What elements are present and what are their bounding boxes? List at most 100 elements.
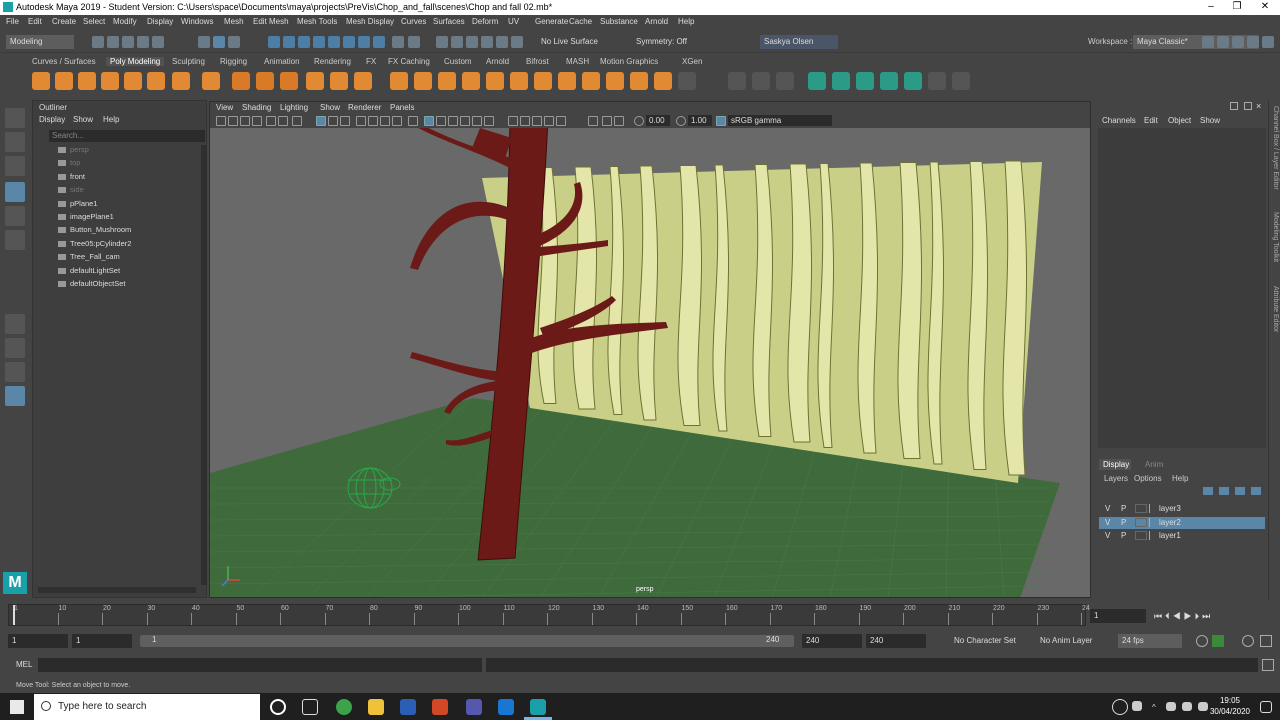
- shelf-tab-motion-graphics[interactable]: Motion Graphics: [600, 57, 658, 66]
- side-tab-channel-box[interactable]: Channel Box / Layer Editor: [1272, 106, 1279, 190]
- resolution-gate-icon[interactable]: [368, 116, 378, 126]
- layer-name[interactable]: layer3: [1159, 504, 1181, 513]
- mirror-geometry-icon[interactable]: [928, 72, 946, 90]
- combine-icon[interactable]: [306, 72, 324, 90]
- outliner-horizontal-scrollbar[interactable]: [38, 587, 196, 593]
- mel-input[interactable]: [38, 658, 482, 672]
- channel-menu-channels[interactable]: Channels: [1102, 116, 1136, 125]
- move-layer-up-icon[interactable]: [1203, 487, 1213, 495]
- history-icon[interactable]: [408, 36, 420, 48]
- camera-attributes-icon[interactable]: [228, 116, 238, 126]
- snap-to-grid-icon[interactable]: [268, 36, 280, 48]
- new-layer-from-selection-icon[interactable]: [1251, 487, 1261, 495]
- maya-taskbar-icon[interactable]: [530, 699, 546, 715]
- layer-row-layer1[interactable]: V Player1: [1099, 530, 1265, 542]
- safe-action-icon[interactable]: [408, 116, 418, 126]
- maximize-button[interactable]: ❐: [1224, 0, 1250, 15]
- outliner-item-persp[interactable]: persp: [58, 145, 89, 157]
- film-gate-icon[interactable]: [356, 116, 366, 126]
- frame-all-icon[interactable]: [602, 116, 612, 126]
- time-slider[interactable]: 1 10 20 30 40 50 60 70 80 90 100 110 120 130 140 150 160…: [0, 601, 1280, 629]
- new-scene-icon[interactable]: [92, 36, 104, 48]
- wireframe-on-shaded-icon[interactable]: [340, 116, 350, 126]
- viewport-menu-view[interactable]: View: [216, 103, 233, 112]
- symmetry-dropdown[interactable]: Symmetry: Off: [632, 35, 702, 49]
- layer-menu-help[interactable]: Help: [1172, 474, 1188, 483]
- reduce-icon[interactable]: [832, 72, 850, 90]
- channel-box-float-icon[interactable]: [1230, 102, 1238, 110]
- hypershade-icon[interactable]: [481, 36, 493, 48]
- outliner-item-tree-fall-cam[interactable]: Tree_Fall_cam: [58, 252, 120, 264]
- select-by-hierarchy-icon[interactable]: [198, 36, 210, 48]
- sculpt-icon[interactable]: [678, 72, 696, 90]
- show-hide-outliner-icon[interactable]: [1217, 36, 1229, 48]
- menu-uv[interactable]: UV: [508, 17, 519, 26]
- gamma-icon[interactable]: [676, 116, 686, 126]
- chrome-icon[interactable]: [336, 699, 352, 715]
- lasso-tool-icon[interactable]: [5, 132, 25, 152]
- menu-mesh[interactable]: Mesh: [224, 17, 244, 26]
- super-shape-icon[interactable]: [232, 72, 250, 90]
- cortana-icon[interactable]: [270, 699, 286, 715]
- menu-mesh-display[interactable]: Mesh Display: [346, 17, 394, 26]
- outliner-item-pplane1[interactable]: pPlane1: [58, 199, 98, 211]
- script-editor-icon[interactable]: [1262, 659, 1274, 671]
- menu-select[interactable]: Select: [83, 17, 105, 26]
- multisample-aa-icon[interactable]: [484, 116, 494, 126]
- platonic-solid-icon[interactable]: [202, 72, 220, 90]
- poly-disc-icon[interactable]: [172, 72, 190, 90]
- fill-hole-icon[interactable]: [534, 72, 552, 90]
- menu-deform[interactable]: Deform: [472, 17, 498, 26]
- word-icon[interactable]: [400, 699, 416, 715]
- current-frame-field[interactable]: 1: [1090, 609, 1146, 623]
- 2d-pan-zoom-icon[interactable]: [266, 116, 276, 126]
- layer-color-swatch[interactable]: [1135, 531, 1147, 540]
- taskbar-date[interactable]: 30/04/2020: [1204, 707, 1256, 716]
- shelf-tab-rendering[interactable]: Rendering: [314, 57, 351, 66]
- outliner-menu-display[interactable]: Display: [39, 115, 65, 124]
- bevel-icon[interactable]: [486, 72, 504, 90]
- outliner-menu-show[interactable]: Show: [73, 115, 93, 124]
- image-plane-icon[interactable]: [252, 116, 262, 126]
- outliner-scrollbar[interactable]: [201, 145, 207, 585]
- animation-start-field[interactable]: 1: [8, 634, 68, 648]
- multi-cut-icon[interactable]: [630, 72, 648, 90]
- menu-substance[interactable]: Substance: [600, 17, 638, 26]
- color-management-icon[interactable]: [716, 116, 726, 126]
- smooth-shade-icon[interactable]: [328, 116, 338, 126]
- append-icon[interactable]: [510, 72, 528, 90]
- light-editor-icon[interactable]: [511, 36, 523, 48]
- outliner-search-input[interactable]: Search...: [49, 130, 205, 142]
- snap-to-surface-icon[interactable]: [343, 36, 355, 48]
- outliner-item-tree05-pcylinder2[interactable]: Tree05:pCylinder2: [58, 239, 131, 251]
- depth-of-field-icon[interactable]: [508, 116, 518, 126]
- shelf-tab-custom[interactable]: Custom: [444, 57, 472, 66]
- outliner-item-side[interactable]: side: [58, 185, 84, 197]
- layer-tab-display[interactable]: Display: [1099, 459, 1131, 470]
- snap-pivot-icon[interactable]: [373, 36, 385, 48]
- snap-vertex-icon[interactable]: [358, 36, 370, 48]
- frame-selected-icon[interactable]: [614, 116, 624, 126]
- svg-tool-icon[interactable]: [280, 72, 298, 90]
- anim-preferences-icon[interactable]: [1242, 635, 1254, 647]
- poly-sphere-icon[interactable]: [32, 72, 50, 90]
- rotate-tool-icon[interactable]: [5, 206, 25, 226]
- poly-cube-icon[interactable]: [55, 72, 73, 90]
- playback-controls[interactable]: ⏮⏴◀▶⏵⏭: [1154, 611, 1213, 622]
- split-icon[interactable]: [606, 72, 624, 90]
- mirror-icon[interactable]: [414, 72, 432, 90]
- single-perspective-layout-icon[interactable]: [5, 314, 25, 334]
- layer-playback-toggle[interactable]: P: [1121, 518, 1126, 527]
- layer-playback-toggle[interactable]: P: [1121, 531, 1126, 540]
- layer-row-layer3[interactable]: V Player3: [1099, 503, 1265, 515]
- powerpoint-icon[interactable]: [432, 699, 448, 715]
- paint-select-tool-icon[interactable]: [5, 156, 25, 176]
- save-scene-icon[interactable]: [122, 36, 134, 48]
- range-slider[interactable]: 1 240: [140, 635, 794, 647]
- gamma-field[interactable]: 1.00: [688, 115, 712, 126]
- snap-to-view-plane-icon[interactable]: [313, 36, 325, 48]
- poly-torus-icon[interactable]: [124, 72, 142, 90]
- side-tab-modeling-toolkit[interactable]: Modeling Toolkit: [1272, 212, 1279, 262]
- shelf-tab-mash[interactable]: MASH: [566, 57, 589, 66]
- animation-end-field[interactable]: 240: [866, 634, 926, 648]
